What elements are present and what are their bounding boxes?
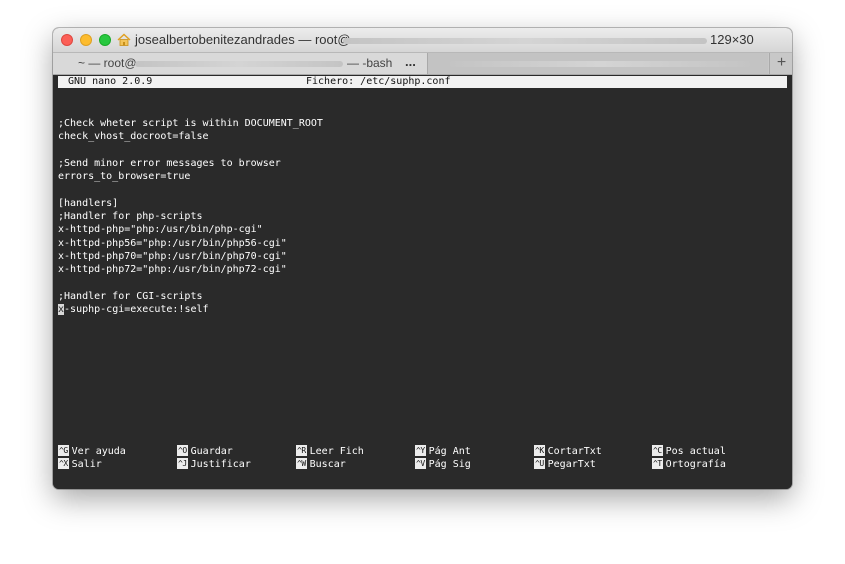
shortcut-cut[interactable]: ^K CortarTxt (534, 445, 602, 458)
shortcut-label: Buscar (309, 459, 346, 470)
shortcut-search[interactable]: ^W Buscar (296, 458, 346, 471)
text-line: check_vhost_docroot=false (58, 131, 209, 143)
redacted-tab-title (450, 61, 750, 67)
shortcut-justify[interactable]: ^J Justificar (177, 458, 251, 471)
text-line (58, 277, 323, 290)
shortcut-key: ^V (415, 458, 426, 469)
shortcut-prev-page[interactable]: ^Y Pág Ant (415, 445, 471, 458)
shortcut-key: ^O (177, 445, 188, 456)
shortcut-key: ^U (534, 458, 545, 469)
shortcut-key: ^K (534, 445, 545, 456)
text-line: x-httpd-php56="php:/usr/bin/php56-cgi" (58, 237, 287, 249)
shortcut-label: Pág Ant (428, 446, 471, 457)
shortcut-paste[interactable]: ^U PegarTxt (534, 458, 596, 471)
text-line: [handlers] (58, 197, 119, 209)
text-line: x-httpd-php="php:/usr/bin/php-cgi" (58, 224, 263, 236)
shortcut-label: CortarTxt (547, 446, 602, 457)
terminal-size: 129×30 (710, 32, 754, 47)
shortcut-key: ^C (652, 445, 663, 456)
shortcut-key: ^G (58, 445, 69, 456)
shortcut-label: Pos actual (665, 446, 726, 457)
file-content[interactable]: ;Check wheter script is within DOCUMENT_… (58, 117, 323, 316)
new-tab-button[interactable]: + (769, 53, 792, 74)
tab-second[interactable] (428, 53, 768, 74)
cursor-line: x-suphp-cgi=execute:!self (58, 303, 323, 316)
window-title: josealbertobenitezandrades — root@ (135, 32, 351, 47)
redacted-hostname (343, 38, 707, 44)
shortcut-key: ^X (58, 458, 69, 469)
nano-filename: Fichero: /etc/suphp.conf (306, 76, 451, 87)
text-line: ;Handler for php-scripts (58, 211, 203, 223)
shortcut-save[interactable]: ^O Guardar (177, 445, 233, 458)
terminal-content[interactable]: GNU nano 2.0.9 Fichero: /etc/suphp.conf … (53, 75, 792, 489)
shortcut-next-page[interactable]: ^V Pág Sig (415, 458, 471, 471)
title-bar[interactable]: josealbertobenitezandrades — root@ 129×3… (53, 28, 792, 53)
text-line (58, 183, 323, 196)
tab-bar: ~ — root@ — -bash ... + (53, 53, 792, 75)
shortcut-key: ^T (652, 458, 663, 469)
shortcut-read-file[interactable]: ^R Leer Fich (296, 445, 364, 458)
tab-bash[interactable]: ~ — root@ — -bash ... (53, 53, 428, 74)
nano-version: GNU nano 2.0.9 (68, 76, 153, 87)
shortcut-cur-pos[interactable]: ^C Pos actual (652, 445, 726, 458)
terminal-window: josealbertobenitezandrades — root@ 129×3… (53, 28, 792, 489)
close-window-button[interactable] (61, 34, 73, 46)
minimize-window-button[interactable] (80, 34, 92, 46)
cursor-line-text: -suphp-cgi=execute:!self (64, 304, 209, 316)
shortcut-spell[interactable]: ^T Ortografía (652, 458, 726, 471)
shortcut-key: ^R (296, 445, 307, 456)
shortcut-help[interactable]: ^G Ver ayuda (58, 445, 126, 458)
shortcut-label: Guardar (190, 446, 233, 457)
text-line: ;Handler for CGI-scripts (58, 290, 203, 302)
shortcut-label: Pág Sig (428, 459, 471, 470)
text-line: x-httpd-php72="php:/usr/bin/php72-cgi" (58, 264, 287, 276)
home-icon (117, 33, 131, 46)
tab-label: ~ — root@ (78, 56, 137, 70)
shortcut-key: ^W (296, 458, 307, 469)
tab-label-suffix: — -bash (347, 56, 393, 70)
shortcut-key: ^Y (415, 445, 426, 456)
shortcut-label: PegarTxt (547, 459, 596, 470)
text-line (58, 144, 323, 157)
text-line: errors_to_browser=true (58, 171, 191, 183)
zoom-window-button[interactable] (99, 34, 111, 46)
text-line: ;Send minor error messages to browser (58, 157, 281, 169)
shortcut-label: Leer Fich (309, 446, 364, 457)
redacted-hostname (135, 61, 343, 67)
text-line: x-httpd-php70="php:/usr/bin/php70-cgi" (58, 250, 287, 262)
shortcut-label: Justificar (190, 459, 251, 470)
text-line: ;Check wheter script is within DOCUMENT_… (58, 118, 323, 129)
shortcut-exit[interactable]: ^X Salir (58, 458, 102, 471)
shortcut-label: Ortografía (665, 459, 726, 470)
nano-header: GNU nano 2.0.9 Fichero: /etc/suphp.conf (58, 76, 787, 88)
shortcut-label: Ver ayuda (71, 446, 126, 457)
shortcut-label: Salir (71, 459, 102, 470)
shortcut-key: ^J (177, 458, 188, 469)
tab-overflow-icon[interactable]: ... (405, 54, 416, 69)
